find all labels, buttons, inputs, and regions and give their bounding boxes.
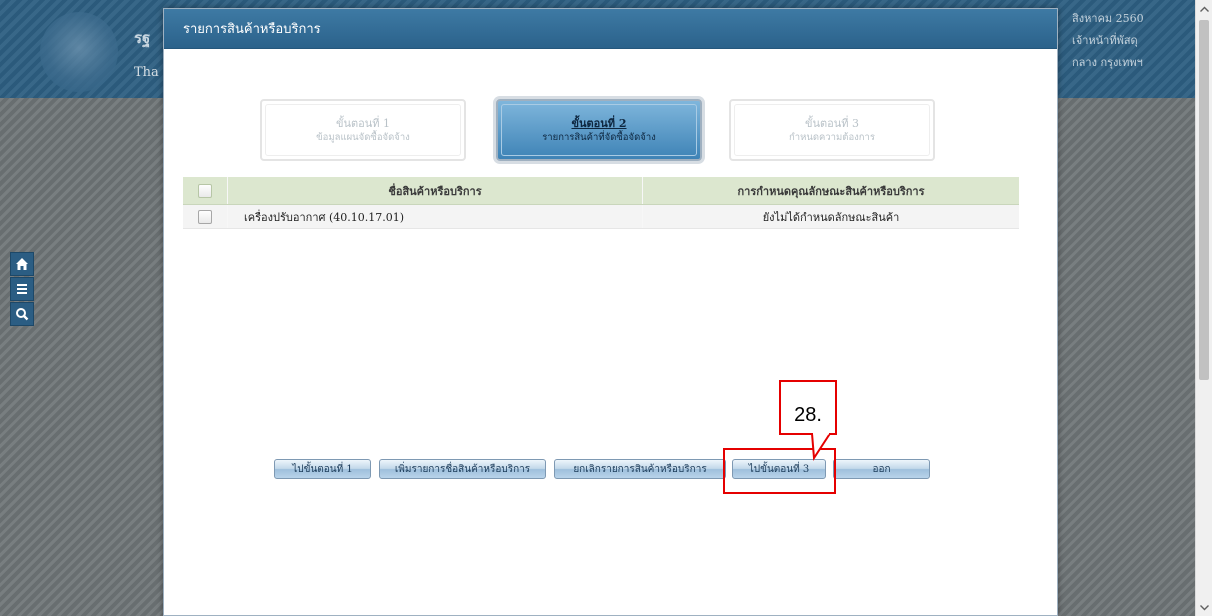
product-name-cell: เครื่องปรับอากาศ (40.10.17.01) (228, 205, 643, 228)
product-spec-cell: ยังไม่ได้กำหนดลักษณะสินค้า (762, 210, 900, 224)
select-all-cell (183, 177, 228, 204)
step-title: ขั้นตอนที่ 2 (571, 116, 627, 130)
step-subtitle: รายการสินค้าที่จัดซื้อจัดจ้าง (542, 131, 656, 143)
step-2-tab[interactable]: ขั้นตอนที่ 2 รายการสินค้าที่จัดซื้อจัดจ้… (496, 99, 702, 161)
table-row[interactable]: เครื่องปรับอากาศ (40.10.17.01) ยังไม่ได้… (183, 205, 1019, 229)
column-header-spec: การกำหนดคุณลักษณะสินค้าหรือบริการ (737, 184, 925, 198)
user-info: สิงหาคม 2560 เจ้าหน้าที่พัสดุ กลาง กรุงเ… (1072, 8, 1162, 74)
site-subtitle-fragment: Tha (134, 65, 159, 80)
step-subtitle: ข้อมูลแผนจัดซื้อจัดจ้าง (316, 131, 410, 143)
step-3-tab[interactable]: ขั้นตอนที่ 3 กำหนดความต้องการ (729, 99, 935, 161)
step-title: ขั้นตอนที่ 1 (335, 116, 391, 130)
chevron-down-icon (1199, 604, 1209, 610)
step-1-tab[interactable]: ขั้นตอนที่ 1 ข้อมูลแผนจัดซื้อจัดจ้าง (260, 99, 466, 161)
scroll-thumb[interactable] (1199, 20, 1209, 380)
site-title-fragment: รฐ (134, 29, 151, 47)
location-text: กลาง กรุงเทพฯ (1072, 56, 1143, 69)
search-icon (16, 308, 29, 321)
step-subtitle: กำหนดความต้องการ (788, 131, 875, 143)
row-checkbox-cell (183, 205, 228, 228)
cancel-item-button[interactable]: ยกเลิกรายการสินค้าหรือบริการ (554, 459, 726, 479)
scroll-down-button[interactable] (1196, 599, 1212, 616)
select-all-checkbox[interactable] (198, 183, 212, 198)
annotation-label: 28. (779, 380, 837, 435)
annotation-pointer (811, 432, 831, 461)
dialog-title: รายการสินค้าหรือบริการ (183, 22, 321, 37)
menu-icon (17, 284, 27, 294)
column-header-name: ชื่อสินค้าหรือบริการ (228, 177, 643, 204)
product-table: ชื่อสินค้าหรือบริการ การกำหนดคุณลักษณะสิ… (183, 177, 1019, 229)
role-text: เจ้าหน้าที่พัสดุ (1072, 34, 1138, 47)
dialog-header: รายการสินค้าหรือบริการ (164, 9, 1057, 49)
exit-button[interactable]: ออก (833, 459, 930, 479)
garuda-logo (40, 12, 118, 92)
menu-button[interactable] (10, 277, 34, 301)
go-to-step-1-button[interactable]: ไปขั้นตอนที่ 1 (274, 459, 371, 479)
scroll-up-button[interactable] (1196, 0, 1212, 17)
page-scrollbar[interactable] (1195, 0, 1212, 616)
date-text: สิงหาคม 2560 (1072, 12, 1144, 25)
home-icon (16, 258, 28, 270)
search-button[interactable] (10, 302, 34, 326)
side-toolbar (10, 252, 34, 327)
home-button[interactable] (10, 252, 34, 276)
step-title: ขั้นตอนที่ 3 (804, 116, 860, 130)
table-header: ชื่อสินค้าหรือบริการ การกำหนดคุณลักษณะสิ… (183, 177, 1019, 205)
chevron-up-icon (1199, 6, 1209, 12)
row-checkbox[interactable] (198, 209, 212, 224)
add-item-button[interactable]: เพิ่มรายการชื่อสินค้าหรือบริการ (379, 459, 546, 479)
product-list-dialog: รายการสินค้าหรือบริการ ขั้นตอนที่ 1 ข้อม… (163, 8, 1058, 616)
